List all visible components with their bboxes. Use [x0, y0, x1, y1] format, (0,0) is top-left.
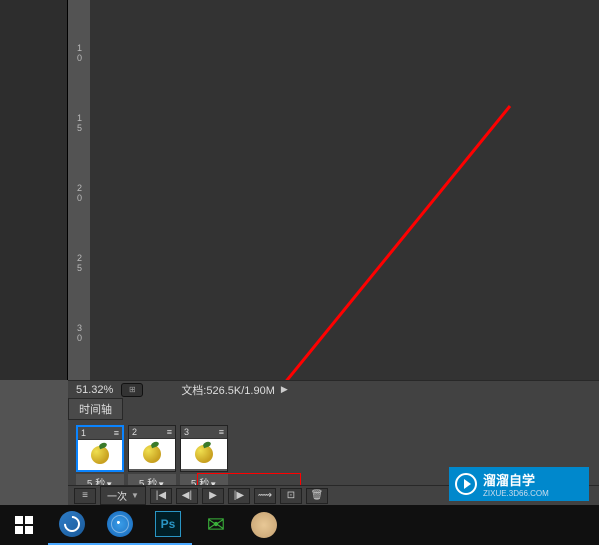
frame-2[interactable]: 2≡ — [128, 425, 176, 472]
delete-frame-button[interactable]: 🗑 — [306, 488, 328, 504]
vertical-ruler: 10 15 20 25 30 — [68, 0, 90, 380]
windows-icon — [15, 516, 33, 534]
qq-browser-icon — [59, 511, 85, 537]
duplicate-frame-button[interactable]: ⊡ — [280, 488, 302, 504]
status-menu-icon[interactable]: ▶ — [281, 384, 288, 395]
tween-button[interactable]: ⟿ — [254, 488, 276, 504]
taskbar-photoshop[interactable]: Ps — [144, 505, 192, 545]
taskbar-notes[interactable] — [240, 505, 288, 545]
loop-dropdown[interactable]: 一次▼ — [100, 486, 146, 505]
taskbar-wechat[interactable]: ✉ — [192, 505, 240, 545]
wechat-icon: ✉ — [207, 512, 225, 538]
ruler-label: 1 — [77, 43, 82, 53]
play-icon — [455, 473, 477, 495]
frame-1[interactable]: 1≡ — [76, 425, 124, 472]
play-button[interactable]: ▶ — [202, 488, 224, 504]
frame-thumbnail — [78, 440, 122, 470]
notes-icon — [251, 512, 277, 538]
timeline-tab[interactable]: 时间轴 — [68, 398, 123, 420]
watermark-badge: 溜溜自学 ZIXUE.3D66.COM — [449, 467, 589, 501]
next-frame-button[interactable]: |▶ — [228, 488, 250, 504]
zoom-level[interactable]: 51.32% — [68, 384, 121, 396]
status-bar: 51.32% ⊞ 文档:526.5K/1.90M ▶ — [68, 380, 599, 398]
frame-thumbnail — [181, 439, 227, 469]
taskbar: Ps ✉ — [0, 505, 599, 545]
canvas[interactable] — [90, 0, 599, 380]
frame-3[interactable]: 3≡ — [180, 425, 228, 472]
frame-thumbnail — [129, 439, 175, 469]
tools-panel — [0, 0, 68, 380]
frames-row: 1≡ 2≡ 3≡ — [68, 420, 599, 474]
first-frame-button[interactable]: |◀ — [150, 488, 172, 504]
zoom-display-icon[interactable]: ⊞ — [121, 383, 143, 397]
convert-timeline-button[interactable]: ≡ — [74, 488, 96, 504]
prev-frame-button[interactable]: ◀| — [176, 488, 198, 504]
sogou-icon — [107, 511, 133, 537]
photoshop-icon: Ps — [155, 511, 181, 537]
taskbar-qq-browser[interactable] — [48, 505, 96, 545]
document-info: 文档:526.5K/1.90M — [181, 382, 275, 398]
taskbar-sogou[interactable] — [96, 505, 144, 545]
start-button[interactable] — [0, 505, 48, 545]
